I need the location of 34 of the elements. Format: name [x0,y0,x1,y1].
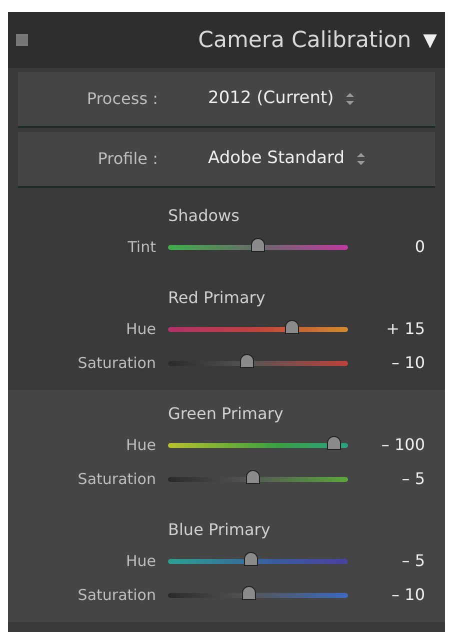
section-title: Green Primary [168,403,284,425]
section-title: Blue Primary [168,519,270,541]
slider-thumb[interactable] [244,552,258,566]
slider-label: Hue [124,434,156,456]
section-title: Red Primary [168,287,266,309]
panel-title: Camera Calibration [198,26,412,54]
slider-value: 0 [414,236,425,258]
slider-thumb[interactable] [285,320,300,334]
slider-thumb[interactable] [246,470,260,484]
slider-label: Tint [126,236,156,258]
slider-value: – 5 [402,550,425,572]
slider-label: Saturation [76,468,156,490]
slider-thumb[interactable] [326,436,341,450]
slider-label: Saturation [76,584,156,606]
slider-label: Hue [124,550,156,572]
slider-value: – 10 [392,352,425,374]
section-title: Shadows [168,205,240,227]
slider-value: – 10 [392,584,425,606]
dropdown-label: Profile : [96,148,158,170]
dropdown[interactable]: 2012 (Current) [208,86,354,112]
slider-value: – 5 [402,468,425,490]
slider-thumb[interactable] [242,586,256,600]
slider-label: Hue [124,318,156,340]
collapse-toggle[interactable]: ▼ [423,26,437,54]
slider-label: Saturation [76,352,156,374]
dropdown-label: Process : [86,88,158,110]
slider-thumb[interactable] [251,238,265,252]
slider-thumb[interactable] [240,354,254,368]
stepper-icon [356,153,365,165]
square-icon [16,34,28,46]
stepper-icon [346,93,354,105]
slider-value: + 15 [386,318,425,340]
dropdown[interactable]: Adobe Standard [208,146,365,172]
slider-value: – 100 [381,434,425,456]
